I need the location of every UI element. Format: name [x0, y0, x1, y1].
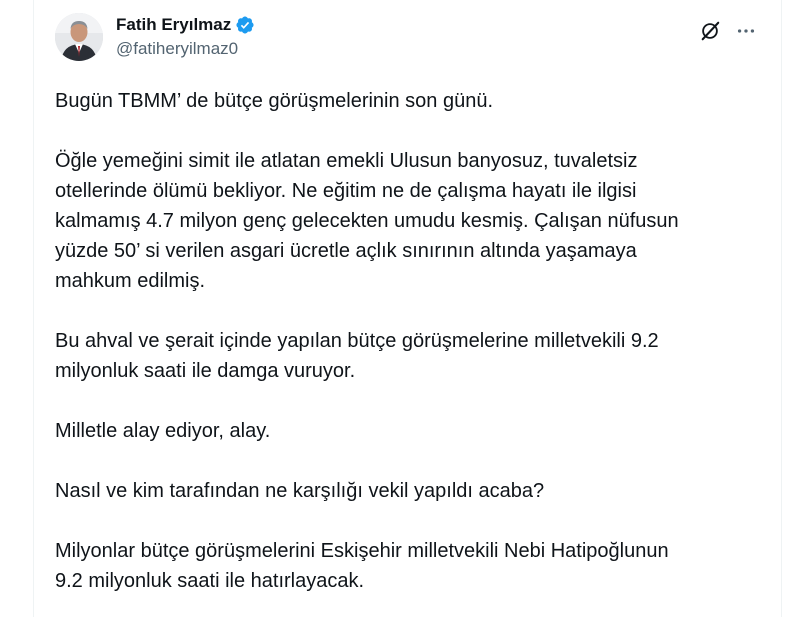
tweet-line: otellerinde ölümü bekliyor. Ne eğitim ne…: [55, 180, 637, 202]
tweet-line: Bu ahval ve şerait içinde yapılan bütçe …: [55, 330, 659, 352]
tweet-line: 9.2 milyonluk saati ile hatırlayacak.: [55, 570, 365, 592]
tweet-text: Bugün TBMM’ de bütçe görüşmelerinin son …: [55, 86, 755, 626]
tweet-line: kalmamış 4.7 milyon genç gelecekten umud…: [55, 210, 679, 232]
tweet-line: milyonluk saati ile damga vuruyor.: [55, 360, 356, 382]
tweet-card: Fatih Eryılmaz @fatiheryilmaz0 Bugün TBM…: [33, 0, 782, 617]
tweet-line: yüzde 50’ si verilen asgari ücretle açlı…: [55, 240, 637, 262]
tweet-paragraph: Bugün TBMM’ de bütçe görüşmelerinin son …: [55, 86, 755, 116]
author-display-name[interactable]: Fatih Eryılmaz: [116, 15, 231, 35]
tweet-paragraph: Milyonlar bütçe görüşmelerini Eskişehir …: [55, 536, 755, 596]
tweet-actions: [696, 17, 760, 45]
tweet-line: Milletle alay ediyor, alay.: [55, 420, 271, 442]
verified-badge-icon[interactable]: [235, 15, 255, 35]
tweet-paragraph: Milletle alay ediyor, alay.: [55, 416, 755, 446]
more-options-icon[interactable]: [732, 17, 760, 45]
tweet-paragraph: Nasıl ve kim tarafından ne karşılığı vek…: [55, 476, 755, 506]
tweet-paragraph: Öğle yemeğini simit ile atlatan emekli U…: [55, 146, 755, 296]
tweet-line: Nasıl ve kim tarafından ne karşılığı vek…: [55, 480, 545, 502]
tweet-line: Öğle yemeğini simit ile atlatan emekli U…: [55, 150, 638, 172]
avatar[interactable]: [55, 13, 103, 61]
author-info: Fatih Eryılmaz @fatiheryilmaz0: [116, 14, 255, 59]
author-handle[interactable]: @fatiheryilmaz0: [116, 39, 255, 59]
grok-icon[interactable]: [696, 17, 724, 45]
tweet-line: Bugün TBMM’ de bütçe görüşmelerinin son …: [55, 90, 494, 112]
avatar-image: [55, 13, 103, 61]
tweet-line: mahkum edilmiş.: [55, 270, 206, 292]
tweet-paragraph: Bu ahval ve şerait içinde yapılan bütçe …: [55, 326, 755, 386]
tweet-header: Fatih Eryılmaz @fatiheryilmaz0: [55, 13, 760, 65]
tweet-line: Milyonlar bütçe görüşmelerini Eskişehir …: [55, 540, 669, 562]
